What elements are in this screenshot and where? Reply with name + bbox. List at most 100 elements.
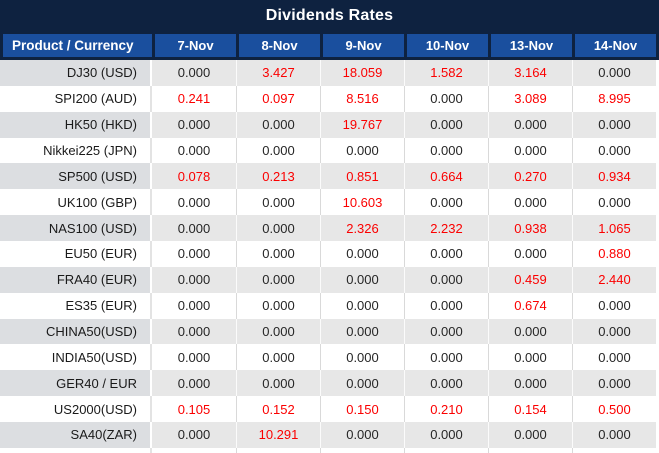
column-header-7-nov: 7-Nov	[152, 34, 236, 57]
dividend-value: 0.000	[236, 293, 320, 319]
dividend-value	[404, 448, 488, 453]
dividend-value: 0.150	[320, 396, 404, 422]
dividend-value: 1.582	[404, 60, 488, 86]
dividend-value: 0.000	[320, 344, 404, 370]
dividend-value: 0.000	[488, 138, 572, 164]
column-header-13-nov: 13-Nov	[488, 34, 572, 57]
dividend-value: 0.000	[152, 112, 236, 138]
dividend-value: 0.000	[404, 422, 488, 448]
dividend-value: 0.105	[152, 396, 236, 422]
dividend-value: 0.938	[488, 215, 572, 241]
dividend-value: 0.152	[236, 396, 320, 422]
dividend-value: 0.097	[236, 86, 320, 112]
dividend-value: 8.995	[572, 86, 656, 112]
product-label: UK100 (GBP)	[0, 189, 152, 215]
dividend-value: 0.000	[152, 293, 236, 319]
dividend-value: 0.000	[572, 189, 656, 215]
table-row: SPI200 (AUD)0.2410.0978.5160.0003.0898.9…	[0, 86, 656, 112]
dividend-value: 0.000	[236, 319, 320, 345]
dividend-value	[152, 448, 236, 453]
dividend-value: 0.000	[572, 319, 656, 345]
dividend-value	[488, 448, 572, 453]
dividend-value: 0.000	[572, 422, 656, 448]
product-label: US2000(USD)	[0, 396, 152, 422]
column-header-9-nov: 9-Nov	[320, 34, 404, 57]
dividend-value: 0.000	[488, 344, 572, 370]
dividend-value: 0.000	[572, 344, 656, 370]
dividend-value: 0.000	[404, 241, 488, 267]
dividend-value: 0.000	[236, 241, 320, 267]
dividend-value: 0.000	[404, 189, 488, 215]
table-row: FRA40 (EUR)0.0000.0000.0000.0000.4592.44…	[0, 267, 656, 293]
table-row: GER40 / EUR0.0000.0000.0000.0000.0000.00…	[0, 370, 656, 396]
dividend-value: 0.000	[236, 215, 320, 241]
dividend-value: 0.000	[152, 344, 236, 370]
product-label: NAS100 (USD)	[0, 215, 152, 241]
dividend-value	[236, 448, 320, 453]
dividend-value: 0.000	[320, 267, 404, 293]
dividend-value: 0.000	[488, 370, 572, 396]
dividend-value: 0.000	[404, 293, 488, 319]
dividend-value: 10.603	[320, 189, 404, 215]
table-row: US2000(USD)0.1050.1520.1500.2100.1540.50…	[0, 396, 656, 422]
dividend-value: 0.000	[488, 112, 572, 138]
table-header-row: Product / Currency 7-Nov 8-Nov 9-Nov 10-…	[0, 32, 659, 60]
dividend-value: 0.000	[404, 370, 488, 396]
dividend-value: 2.440	[572, 267, 656, 293]
table-body: DJ30 (USD)0.0003.42718.0591.5823.1640.00…	[0, 60, 659, 453]
table-row: SP500 (USD)0.0780.2130.8510.6640.2700.93…	[0, 163, 656, 189]
column-header-product-currency: Product / Currency	[3, 34, 152, 57]
dividend-value: 2.232	[404, 215, 488, 241]
dividend-value: 0.000	[404, 319, 488, 345]
dividend-value: 0.674	[488, 293, 572, 319]
product-label: EU50 (EUR)	[0, 241, 152, 267]
dividends-rates-table: Dividends Rates Product / Currency 7-Nov…	[0, 0, 659, 453]
dividend-value: 0.000	[236, 138, 320, 164]
dividend-value: 18.059	[320, 60, 404, 86]
dividend-value: 0.934	[572, 163, 656, 189]
dividend-value: 0.000	[404, 112, 488, 138]
dividend-value: 0.000	[572, 112, 656, 138]
dividend-value: 0.000	[152, 370, 236, 396]
dividend-value	[320, 448, 404, 453]
dividend-value: 0.000	[572, 370, 656, 396]
dividend-value	[572, 448, 656, 453]
dividend-value: 0.000	[488, 189, 572, 215]
product-label: ES35 (EUR)	[0, 293, 152, 319]
dividend-value: 0.154	[488, 396, 572, 422]
dividend-value: 0.000	[320, 422, 404, 448]
dividend-value: 3.164	[488, 60, 572, 86]
dividend-value: 0.000	[152, 241, 236, 267]
dividend-value: 0.270	[488, 163, 572, 189]
dividend-value: 0.851	[320, 163, 404, 189]
table-row: SA40(ZAR)0.00010.2910.0000.0000.0000.000	[0, 422, 656, 448]
dividend-value: 0.664	[404, 163, 488, 189]
dividend-value: 3.427	[236, 60, 320, 86]
dividend-value: 0.000	[572, 138, 656, 164]
table-row: DJ30 (USD)0.0003.42718.0591.5823.1640.00…	[0, 60, 656, 86]
column-header-14-nov: 14-Nov	[572, 34, 656, 57]
table-row: Nikkei225 (JPN)0.0000.0000.0000.0000.000…	[0, 138, 656, 164]
product-label: FRA40 (EUR)	[0, 267, 152, 293]
dividend-value: 0.459	[488, 267, 572, 293]
dividend-value: 0.241	[152, 86, 236, 112]
dividend-value: 0.000	[152, 189, 236, 215]
dividend-value: 0.000	[236, 344, 320, 370]
column-header-10-nov: 10-Nov	[404, 34, 488, 57]
table-row: INDIA50(USD)0.0000.0000.0000.0000.0000.0…	[0, 344, 656, 370]
dividend-value: 0.000	[152, 215, 236, 241]
dividend-value: 2.326	[320, 215, 404, 241]
dividend-value: 0.000	[320, 293, 404, 319]
table-row: CHINA50(USD)0.0000.0000.0000.0000.0000.0…	[0, 319, 656, 345]
table-row-partial	[0, 448, 656, 453]
dividend-value: 10.291	[236, 422, 320, 448]
product-label: INDIA50(USD)	[0, 344, 152, 370]
dividend-value: 8.516	[320, 86, 404, 112]
dividend-value: 0.000	[236, 267, 320, 293]
table-row: UK100 (GBP)0.0000.00010.6030.0000.0000.0…	[0, 189, 656, 215]
dividend-value: 0.000	[404, 86, 488, 112]
product-label: SP500 (USD)	[0, 163, 152, 189]
page-title: Dividends Rates	[266, 7, 393, 25]
dividend-value: 0.078	[152, 163, 236, 189]
dividend-value: 0.000	[152, 422, 236, 448]
